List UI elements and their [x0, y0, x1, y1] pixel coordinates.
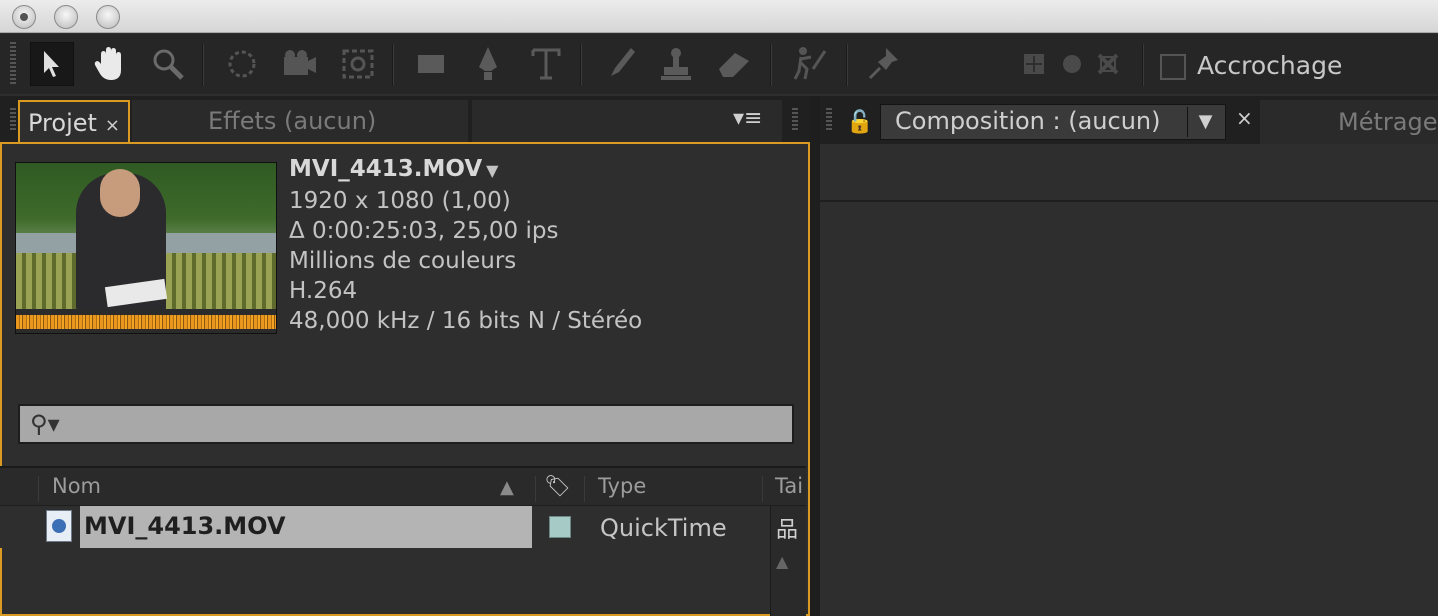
- composition-dropdown[interactable]: Composition : (aucun) ▼: [880, 104, 1226, 140]
- column-separator: [38, 476, 39, 502]
- label-color-swatch[interactable]: [549, 516, 571, 538]
- audio-waveform: [16, 309, 276, 333]
- close-window-button[interactable]: [12, 5, 36, 29]
- selection-tool-icon[interactable]: [30, 42, 74, 86]
- viewer-divider: [820, 200, 1438, 202]
- column-separator: [762, 476, 763, 502]
- tab-footage[interactable]: Métrage: [1260, 100, 1438, 144]
- column-size-header[interactable]: Tai: [775, 474, 803, 498]
- chevron-down-icon[interactable]: ▼: [486, 161, 498, 180]
- project-item-row[interactable]: MVI_4413.MOV QuickTime: [0, 506, 770, 548]
- minimize-window-button[interactable]: [54, 5, 78, 29]
- tools-toolbar: Accrochage: [0, 34, 1438, 94]
- panel-divider[interactable]: [810, 96, 820, 616]
- hand-tool-icon[interactable]: [88, 42, 132, 86]
- roto-brush-tool-icon[interactable]: [788, 42, 832, 86]
- footage-name: MVI_4413.MOV: [289, 156, 483, 182]
- tab-project[interactable]: Projet ×: [18, 100, 130, 144]
- column-name-header[interactable]: Nom: [52, 474, 101, 498]
- toolbar-grip[interactable]: [10, 42, 16, 86]
- clone-stamp-tool-icon[interactable]: [654, 42, 698, 86]
- tab-effects[interactable]: Effets (aucun): [132, 100, 468, 144]
- window-title-bar: [0, 0, 1438, 33]
- footage-codec: H.264: [289, 278, 358, 304]
- project-item-name: MVI_4413.MOV: [84, 512, 286, 540]
- panel-menu-icon[interactable]: ▾≡: [733, 106, 762, 131]
- pan-behind-tool-icon[interactable]: [336, 42, 380, 86]
- composition-panel-tabbar: 🔓 Composition : (aucun) ▼ × Métrage: [820, 96, 1438, 144]
- panel-grip[interactable]: [826, 108, 832, 130]
- view-axis-mode-icon[interactable]: [1086, 42, 1130, 86]
- puppet-pin-tool-icon[interactable]: [862, 42, 906, 86]
- snap-label: Accrochage: [1197, 51, 1343, 80]
- close-tab-icon[interactable]: ×: [1236, 106, 1253, 130]
- toolbar-separator: [1142, 44, 1144, 86]
- sort-ascending-icon[interactable]: ▲: [500, 477, 514, 498]
- tab-project-label: Projet: [28, 109, 97, 137]
- project-column-header: Nom ▲ 🏷 Type Tai: [0, 466, 806, 506]
- toolbar-separator: [392, 44, 394, 86]
- footage-duration: Δ 0:00:25:03, 25,00 ips: [289, 218, 559, 244]
- panel-grip[interactable]: [10, 108, 16, 130]
- project-panel-tabbar: Projet × Effets (aucun) ▾≡: [0, 96, 810, 144]
- text-tool-icon[interactable]: [524, 42, 568, 86]
- column-separator: [584, 476, 585, 502]
- toolbar-separator: [846, 44, 848, 86]
- footage-resolution: 1920 x 1080 (1,00): [289, 188, 511, 214]
- close-tab-icon[interactable]: ×: [105, 115, 120, 136]
- footage-thumbnail: [15, 162, 277, 334]
- toolbar-separator: [770, 44, 772, 86]
- composition-panel: 🔓 Composition : (aucun) ▼ × Métrage: [820, 96, 1438, 616]
- toolbar-separator: [202, 44, 204, 86]
- chevron-down-icon[interactable]: ▼: [1187, 107, 1223, 137]
- project-panel: Projet × Effets (aucun) ▾≡ MVI_4413.MOV ▼ …: [0, 96, 810, 616]
- footage-name-row[interactable]: MVI_4413.MOV ▼: [289, 154, 642, 186]
- footage-audio: 48,000 kHz / 16 bits N / Stéréo: [289, 308, 643, 334]
- quicktime-file-icon: [46, 510, 72, 542]
- zoom-tool-icon[interactable]: [146, 42, 190, 86]
- footage-info: MVI_4413.MOV ▼ 1920 x 1080 (1,00) Δ 0:00:…: [289, 154, 642, 336]
- toolbar-separator: [580, 44, 582, 86]
- column-separator: [535, 476, 536, 502]
- column-type-header[interactable]: Type: [598, 474, 646, 498]
- search-icon[interactable]: ⚲▾: [30, 410, 60, 438]
- rotation-tool-icon[interactable]: [220, 42, 264, 86]
- composition-tab-label: Composition : (aucun): [895, 107, 1161, 135]
- lock-icon[interactable]: 🔓: [846, 110, 873, 135]
- rectangle-tool-icon[interactable]: [410, 42, 454, 86]
- panel-grip[interactable]: [792, 108, 798, 130]
- brush-tool-icon[interactable]: [598, 42, 642, 86]
- tab-effects-label: Effets (aucun): [208, 107, 377, 135]
- footage-colors: Millions de couleurs: [289, 248, 517, 274]
- scroll-up-arrow-icon[interactable]: ▲: [776, 552, 788, 571]
- label-tag-icon[interactable]: 🏷: [544, 474, 571, 499]
- pen-tool-icon[interactable]: [466, 42, 510, 86]
- project-item-name-cell[interactable]: MVI_4413.MOV: [80, 506, 532, 548]
- flowchart-icon[interactable]: 品: [776, 512, 798, 544]
- eraser-tool-icon[interactable]: [712, 42, 756, 86]
- tab-footage-label: Métrage: [1338, 108, 1438, 136]
- project-search-input[interactable]: ⚲▾: [18, 404, 794, 444]
- zoom-window-button[interactable]: [96, 5, 120, 29]
- project-item-type: QuickTime: [600, 514, 727, 542]
- camera-tool-icon[interactable]: [278, 42, 322, 86]
- snap-checkbox[interactable]: [1160, 54, 1186, 80]
